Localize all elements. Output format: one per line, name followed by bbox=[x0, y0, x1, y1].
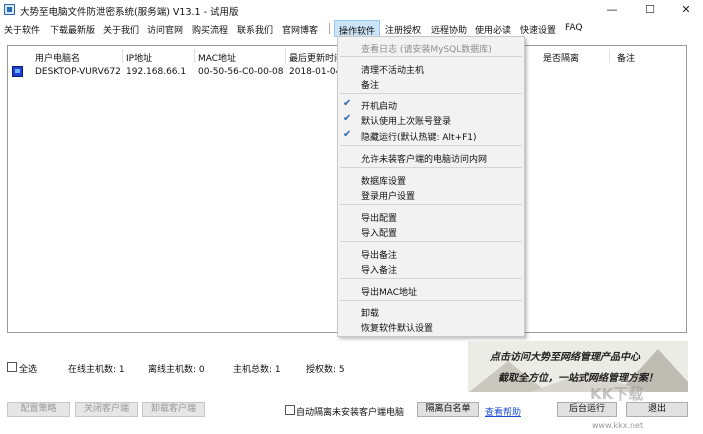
column-header-last-update[interactable]: 最后更新时间 bbox=[289, 51, 343, 64]
column-divider[interactable] bbox=[194, 49, 195, 63]
computer-icon bbox=[12, 66, 23, 77]
menu-item-auto-start[interactable]: 开机启动 bbox=[361, 99, 397, 112]
menu-divider bbox=[340, 278, 522, 279]
select-all-label[interactable]: 全选 bbox=[19, 362, 37, 375]
menu-divider bbox=[340, 300, 522, 301]
cell-computer-name: DESKTOP-VURV672 bbox=[35, 67, 121, 77]
column-divider[interactable] bbox=[122, 49, 123, 63]
menu-item-database-settings[interactable]: 数据库设置 bbox=[361, 174, 406, 187]
auto-isolate-checkbox[interactable] bbox=[285, 405, 295, 415]
column-header-computer-name[interactable]: 用户电脑名 bbox=[35, 51, 80, 64]
column-divider[interactable] bbox=[285, 49, 286, 63]
column-header-isolated[interactable]: 是否隔离 bbox=[543, 51, 579, 64]
menu-download-latest[interactable]: 下载最新版 bbox=[50, 23, 95, 36]
menu-official-site[interactable]: 访问官网 bbox=[147, 23, 183, 36]
menu-operate-software[interactable]: 操作软件 bbox=[334, 20, 381, 37]
column-divider[interactable] bbox=[609, 49, 610, 63]
menu-item-export-config[interactable]: 导出配置 bbox=[361, 211, 397, 224]
menu-item-import-config[interactable]: 导入配置 bbox=[361, 226, 397, 239]
isolate-whitelist-button[interactable]: 隔离白名单 bbox=[417, 402, 479, 417]
menu-remote-assist[interactable]: 远程协助 bbox=[431, 23, 467, 36]
menu-item-export-mac[interactable]: 导出MAC地址 bbox=[361, 285, 417, 298]
auto-isolate-label[interactable]: 自动隔离未安装客户端电脑 bbox=[296, 405, 404, 418]
menu-divider bbox=[340, 145, 522, 146]
title-bar: 大势至电脑文件防泄密系统(服务端) V13.1 - 试用版 — ☐ ✕ bbox=[0, 0, 703, 20]
watermark-logo: KK下载 bbox=[590, 385, 644, 403]
menu-divider bbox=[340, 241, 522, 242]
close-client-button[interactable]: 关闭客户端 bbox=[75, 402, 138, 417]
menu-divider bbox=[340, 93, 522, 94]
check-icon: ✔ bbox=[343, 113, 352, 124]
menu-must-read[interactable]: 使用必读 bbox=[475, 23, 511, 36]
app-icon bbox=[4, 4, 15, 15]
background-run-button[interactable]: 后台运行 bbox=[557, 402, 617, 417]
banner-line-2: 截取全方位，一站式网络管理方案！ bbox=[498, 373, 658, 384]
total-host-count: 主机总数: 1 bbox=[233, 365, 281, 375]
menu-official-blog[interactable]: 官网博客 bbox=[282, 23, 318, 36]
menu-purchase-process[interactable]: 购买流程 bbox=[192, 23, 228, 36]
menu-item-allow-unclient-access[interactable]: 允许未装客户端的电脑访问内网 bbox=[361, 152, 487, 165]
license-count: 授权数: 5 bbox=[306, 365, 345, 375]
close-button[interactable]: ✕ bbox=[669, 0, 703, 20]
cell-last-update: 2018-01-04 bbox=[289, 67, 342, 77]
operate-software-dropdown: 查看日志 (请安装MySQL数据库) 清理不活动主机 备注 ✔ 开机启动 ✔ 默… bbox=[337, 36, 525, 337]
menu-quick-settings[interactable]: 快速设置 bbox=[520, 23, 556, 36]
menu-contact-us[interactable]: 联系我们 bbox=[237, 23, 273, 36]
online-host-count: 在线主机数: 1 bbox=[68, 365, 125, 375]
select-all-checkbox[interactable] bbox=[7, 362, 17, 372]
menu-item-import-remark[interactable]: 导入备注 bbox=[361, 263, 397, 276]
menu-about-us[interactable]: 关于我们 bbox=[103, 23, 139, 36]
menu-divider bbox=[340, 204, 522, 205]
menu-register-license[interactable]: 注册授权 bbox=[385, 23, 421, 36]
menu-item-remark[interactable]: 备注 bbox=[361, 78, 379, 91]
menu-item-clean-inactive-hosts[interactable]: 清理不活动主机 bbox=[361, 63, 424, 76]
cell-mac: 00-50-56-C0-00-08 bbox=[198, 67, 284, 77]
check-icon: ✔ bbox=[343, 129, 352, 140]
column-header-ip[interactable]: IP地址 bbox=[126, 51, 152, 64]
minimize-button[interactable]: — bbox=[595, 0, 629, 20]
maximize-button[interactable]: ☐ bbox=[633, 0, 667, 20]
menu-item-login-user-settings[interactable]: 登录用户设置 bbox=[361, 189, 415, 202]
offline-host-count: 离线主机数: 0 bbox=[148, 365, 205, 375]
cell-ip: 192.168.66.1 bbox=[126, 67, 187, 77]
menu-item-hidden-run[interactable]: 隐藏运行(默认热键: Alt+F1) bbox=[361, 130, 477, 143]
watermark-url: www.kkx.net bbox=[592, 421, 644, 430]
menu-faq[interactable]: FAQ bbox=[565, 23, 582, 33]
menu-separator bbox=[329, 23, 330, 34]
uninstall-client-button[interactable]: 卸载客户端 bbox=[142, 402, 205, 417]
menu-item-restore-defaults[interactable]: 恢复软件默认设置 bbox=[361, 321, 433, 334]
status-bar: 全选 在线主机数: 1 离线主机数: 0 主机总数: 1 授权数: 5 bbox=[7, 361, 467, 375]
column-header-remark[interactable]: 备注 bbox=[617, 51, 635, 64]
window-title: 大势至电脑文件防泄密系统(服务端) V13.1 - 试用版 bbox=[20, 7, 239, 18]
menu-about-software[interactable]: 关于软件 bbox=[4, 23, 40, 36]
help-link[interactable]: 查看帮助 bbox=[485, 405, 521, 418]
product-center-banner[interactable]: 点击访问大势至网络管理产品中心 截取全方位，一站式网络管理方案！ bbox=[468, 341, 688, 392]
banner-line-1: 点击访问大势至网络管理产品中心 bbox=[490, 352, 640, 363]
config-policy-button[interactable]: 配置策略 bbox=[7, 402, 70, 417]
menu-item-use-last-account[interactable]: 默认使用上次账号登录 bbox=[361, 114, 451, 127]
menu-divider bbox=[340, 56, 522, 57]
menu-item-uninstall[interactable]: 卸载 bbox=[361, 306, 379, 319]
menu-item-view-log: 查看日志 (请安装MySQL数据库) bbox=[361, 45, 492, 55]
exit-button[interactable]: 退出 bbox=[626, 402, 688, 417]
menu-bar: 关于软件 下载最新版 关于我们 访问官网 购买流程 联系我们 官网博客 操作软件… bbox=[0, 20, 703, 37]
check-icon: ✔ bbox=[343, 98, 352, 109]
menu-divider bbox=[340, 167, 522, 168]
menu-item-export-remark[interactable]: 导出备注 bbox=[361, 248, 397, 261]
column-header-mac[interactable]: MAC地址 bbox=[198, 51, 236, 64]
